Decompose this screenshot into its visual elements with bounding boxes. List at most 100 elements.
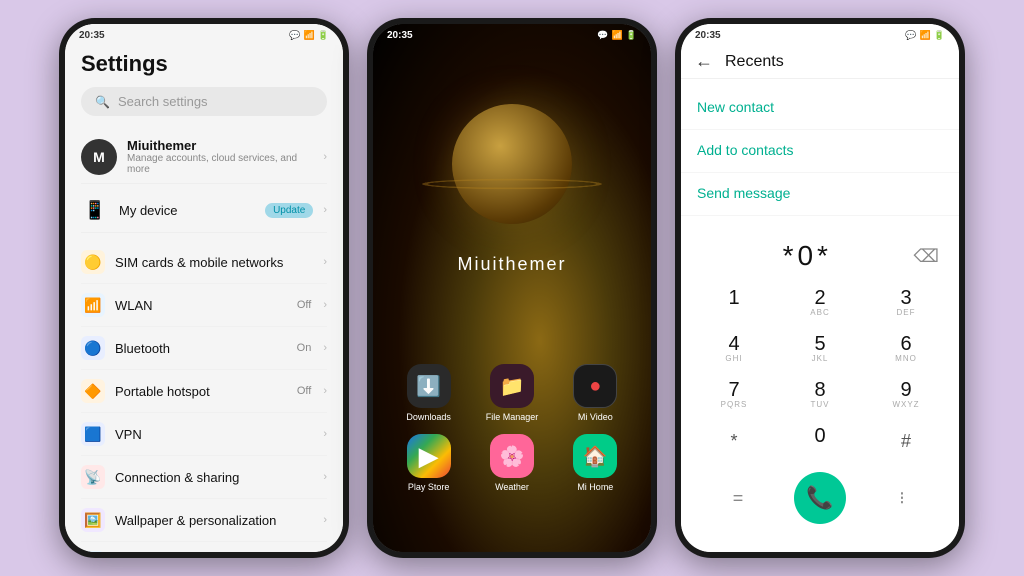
search-bar[interactable]: 🔍 Search settings bbox=[81, 87, 327, 116]
recents-item-send-message[interactable]: Send message bbox=[681, 173, 959, 216]
more-options-button[interactable]: ⁝ bbox=[884, 480, 920, 516]
account-name: Miuithemer bbox=[127, 138, 313, 153]
connection-label: Connection & sharing bbox=[115, 470, 313, 485]
bluetooth-icon: 🔵 bbox=[81, 336, 105, 360]
msg-icon: 💬 bbox=[289, 30, 300, 41]
settings-title: Settings bbox=[81, 51, 327, 77]
weather-icon: 🌸 bbox=[490, 434, 534, 478]
account-row[interactable]: M Miuithemer Manage accounts, cloud serv… bbox=[81, 130, 327, 184]
bluetooth-label: Bluetooth bbox=[115, 341, 287, 356]
numpad-6-sub: MNO bbox=[895, 354, 917, 364]
recents-item-new-contact[interactable]: New contact bbox=[681, 87, 959, 130]
mivideo-icon: ● bbox=[573, 364, 617, 408]
numpad-7-sub: PQRS bbox=[721, 400, 748, 410]
equals-icon: = bbox=[733, 488, 744, 509]
playstore-icon: ▶ bbox=[407, 434, 451, 478]
settings-item-vpn[interactable]: 🟦 VPN › bbox=[81, 413, 327, 456]
app-weather[interactable]: 🌸 Weather bbox=[476, 434, 547, 492]
search-icon: 🔍 bbox=[95, 95, 110, 109]
numpad-key-6[interactable]: 6 MNO bbox=[863, 326, 949, 372]
settings-item-wlan[interactable]: 📶 WLAN Off › bbox=[81, 284, 327, 327]
numpad-7-main: 7 bbox=[728, 380, 739, 400]
numpad-4-sub: GHI bbox=[725, 354, 742, 364]
numpad-key-7[interactable]: 7 PQRS bbox=[691, 372, 777, 418]
numpad-4-main: 4 bbox=[728, 334, 739, 354]
numpad-key-5[interactable]: 5 JKL bbox=[777, 326, 863, 372]
settings-item-hotspot[interactable]: 🔶 Portable hotspot Off › bbox=[81, 370, 327, 413]
phone-icon: 📞 bbox=[806, 485, 833, 511]
more-icon: ⁝ bbox=[899, 488, 905, 509]
wallpaper-label: Wallpaper & personalization bbox=[115, 513, 313, 528]
delete-icon[interactable]: ⌫ bbox=[914, 246, 939, 267]
numpad-key-2[interactable]: 2 ABC bbox=[777, 280, 863, 326]
chevron-icon: › bbox=[323, 256, 327, 268]
signal-icon: 📶 bbox=[612, 30, 623, 41]
wlan-icon: 📶 bbox=[81, 293, 105, 317]
status-icons-settings: 💬 📶 🔋 bbox=[289, 30, 329, 41]
device-row[interactable]: 📱 My device Update › bbox=[81, 188, 327, 233]
downloads-icon: ⬇️ bbox=[407, 364, 451, 408]
numpad-9-sub: WXYZ bbox=[892, 400, 919, 410]
app-filemanager[interactable]: 📁 File Manager bbox=[476, 364, 547, 422]
hotspot-icon: 🔶 bbox=[81, 379, 105, 403]
add-to-call-button[interactable]: = bbox=[720, 480, 756, 516]
phone-dialer: 20:35 💬 📶 🔋 ← Recents New contact Add to… bbox=[675, 18, 965, 558]
filemanager-icon: 📁 bbox=[490, 364, 534, 408]
numpad-key-1[interactable]: 1 bbox=[691, 280, 777, 326]
chevron-icon: › bbox=[323, 471, 327, 483]
dialer-number: *0* bbox=[701, 240, 914, 272]
phone-home: 20:35 💬 📶 🔋 Miuithemer ⬇️ Downloads 📁 Fi… bbox=[367, 18, 657, 558]
numpad-key-0[interactable]: 0 bbox=[777, 418, 863, 464]
numpad-key-star[interactable]: * bbox=[691, 418, 777, 464]
new-contact-link[interactable]: New contact bbox=[697, 99, 774, 115]
chevron-icon: › bbox=[323, 204, 327, 216]
signal-icon: 📶 bbox=[920, 30, 931, 41]
chevron-icon: › bbox=[323, 342, 327, 354]
back-button[interactable]: ← bbox=[695, 51, 713, 72]
connection-icon: 📡 bbox=[81, 465, 105, 489]
device-icon: 📱 bbox=[81, 196, 109, 224]
wlan-label: WLAN bbox=[115, 298, 287, 313]
settings-item-bluetooth[interactable]: 🔵 Bluetooth On › bbox=[81, 327, 327, 370]
app-mihome[interactable]: 🏠 Mi Home bbox=[560, 434, 631, 492]
sim-label: SIM cards & mobile networks bbox=[115, 255, 313, 270]
numpad-key-9[interactable]: 9 WXYZ bbox=[863, 372, 949, 418]
call-button[interactable]: 📞 bbox=[794, 472, 846, 524]
numpad-key-8[interactable]: 8 TUV bbox=[777, 372, 863, 418]
settings-item-connection[interactable]: 📡 Connection & sharing › bbox=[81, 456, 327, 499]
battery-icon: 🔋 bbox=[934, 30, 945, 41]
numpad-3-sub: DEF bbox=[897, 308, 916, 318]
settings-item-display[interactable]: 📱 Always-on display & Lock › bbox=[81, 542, 327, 552]
mihome-icon: 🏠 bbox=[573, 434, 617, 478]
numpad-5-sub: JKL bbox=[812, 354, 829, 364]
app-mivideo[interactable]: ● Mi Video bbox=[560, 364, 631, 422]
avatar: M bbox=[81, 139, 117, 175]
hotspot-value: Off bbox=[297, 385, 311, 397]
numpad-key-hash[interactable]: # bbox=[863, 418, 949, 464]
send-message-link[interactable]: Send message bbox=[697, 185, 790, 201]
vpn-icon: 🟦 bbox=[81, 422, 105, 446]
planet-ring bbox=[422, 179, 602, 189]
numpad-key-3[interactable]: 3 DEF bbox=[863, 280, 949, 326]
status-time-dialer: 20:35 bbox=[695, 30, 721, 41]
numpad-key-4[interactable]: 4 GHI bbox=[691, 326, 777, 372]
add-contacts-link[interactable]: Add to contacts bbox=[697, 142, 794, 158]
device-label: My device bbox=[119, 203, 255, 218]
dialer-display: *0* ⌫ bbox=[681, 224, 959, 280]
recents-list: New contact Add to contacts Send message bbox=[681, 79, 959, 224]
app-downloads[interactable]: ⬇️ Downloads bbox=[393, 364, 464, 422]
status-bar-home: 20:35 💬 📶 🔋 bbox=[373, 24, 651, 45]
numpad-6-main: 6 bbox=[900, 334, 911, 354]
hotspot-label: Portable hotspot bbox=[115, 384, 287, 399]
recents-item-add-contact[interactable]: Add to contacts bbox=[681, 130, 959, 173]
battery-icon: 🔋 bbox=[626, 30, 637, 41]
settings-item-wallpaper[interactable]: 🖼️ Wallpaper & personalization › bbox=[81, 499, 327, 542]
vpn-label: VPN bbox=[115, 427, 313, 442]
numpad-hash-main: # bbox=[901, 431, 911, 452]
weather-label: Weather bbox=[495, 482, 529, 492]
update-badge[interactable]: Update bbox=[265, 203, 313, 218]
app-playstore[interactable]: ▶ Play Store bbox=[393, 434, 464, 492]
settings-item-sim[interactable]: 🟡 SIM cards & mobile networks › bbox=[81, 241, 327, 284]
playstore-label: Play Store bbox=[408, 482, 450, 492]
dialer-header: ← Recents bbox=[681, 45, 959, 79]
